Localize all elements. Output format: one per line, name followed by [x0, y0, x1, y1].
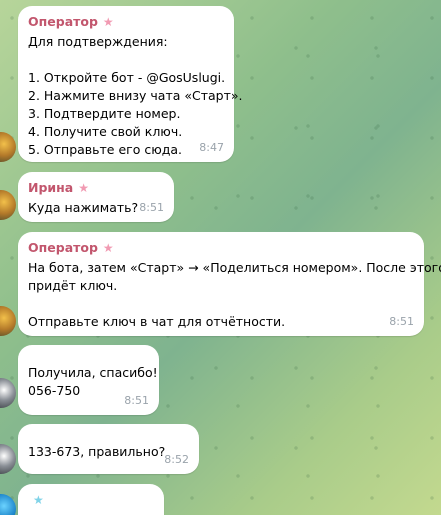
message-bubble[interactable]: Оператор ★ На бота, затем «Старт» → «Под… — [18, 232, 441, 336]
user-avatar[interactable] — [0, 444, 16, 474]
sender-label[interactable]: Ирина — [28, 179, 73, 197]
user-avatar[interactable] — [0, 306, 16, 336]
message-line: Для подтверждения: — [28, 34, 168, 49]
message-time: 8:51 — [139, 201, 164, 214]
star-icon: ★ — [102, 241, 114, 255]
message-line: Отправьте ключ в чат для отчётности. — [28, 314, 286, 329]
sender-name[interactable]: Оператор ★ — [28, 239, 413, 257]
sender-name[interactable] — [28, 352, 148, 364]
message-time: 8:51 — [389, 315, 414, 328]
sender-name[interactable] — [28, 431, 188, 443]
user-avatar[interactable] — [0, 190, 16, 220]
message-line: 1. Откройте бот - @GosUslugi. — [28, 70, 226, 85]
sender-name[interactable]: Оператор ★ — [28, 13, 223, 31]
message-line: 2. Нажмите внизу чата «Старт». — [28, 88, 243, 103]
message-line — [28, 51, 223, 69]
message-bubble[interactable]: 133-673, правильно? 8:52 — [18, 424, 199, 474]
chat-message-list[interactable]: Оператор ★ Для подтверждения: 1. Откройт… — [0, 0, 441, 515]
message-time: 8:52 — [164, 453, 189, 466]
message-bubble[interactable]: ★ 243-288 — [18, 484, 164, 515]
sender-label[interactable]: Оператор — [28, 239, 98, 257]
user-avatar[interactable] — [0, 132, 16, 162]
message-bubble[interactable]: Оператор ★ Для подтверждения: 1. Откройт… — [18, 6, 243, 162]
star-icon: ★ — [78, 181, 90, 195]
star-icon: ★ — [102, 15, 114, 29]
message-line: 3. Подтвердите номер. — [28, 106, 181, 121]
message-line: придёт ключ. — [28, 278, 118, 293]
message-line: 4. Получите свой ключ. — [28, 124, 183, 139]
sender-name[interactable]: ★ — [28, 491, 153, 509]
message-line: Получила, спасибо! — [28, 365, 158, 380]
star-icon: ★ — [33, 493, 44, 507]
message-bubble[interactable]: Получила, спасибо! 056-750 8:51 — [18, 345, 159, 415]
message-bubble[interactable]: Ирина ★ Куда нажимать? 8:51 — [18, 172, 174, 222]
message-line: На бота, затем «Старт» → «Поделиться ном… — [28, 260, 441, 275]
user-avatar[interactable] — [0, 494, 16, 515]
message-time: 8:51 — [124, 394, 149, 407]
sender-label[interactable]: Оператор — [28, 13, 98, 31]
message-line: 5. Отправьте его сюда. — [28, 142, 183, 157]
message-time: 8:47 — [199, 141, 224, 154]
sender-name[interactable]: Ирина ★ — [28, 179, 163, 197]
user-avatar[interactable] — [0, 378, 16, 408]
message-line — [28, 295, 413, 313]
message-line: 243-288 — [28, 511, 153, 515]
